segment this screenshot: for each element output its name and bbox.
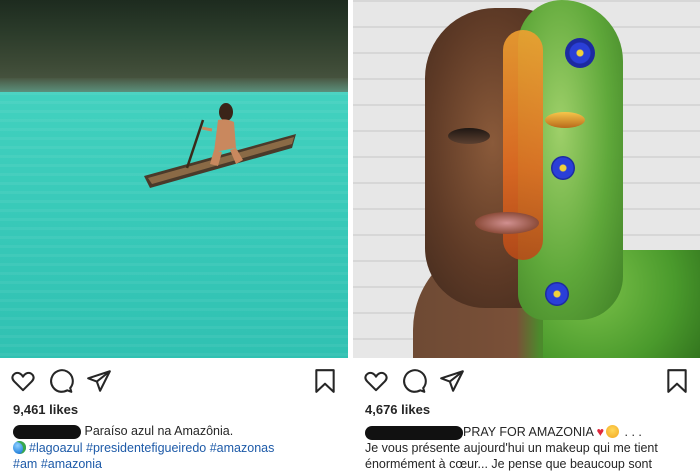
caption-ellipsis: . . . [624,425,642,439]
caption-line-3: #am #amazonia [13,456,102,473]
caption-line-1: Paraíso azul na Amazônia. [13,423,233,440]
share-button[interactable] [439,368,465,394]
save-button[interactable] [664,368,690,394]
post-photo-makeup-portrait[interactable] [353,0,700,358]
redacted-username [13,424,81,439]
hashtag-link[interactable]: #amazonia [41,457,102,471]
like-button[interactable] [10,368,36,394]
share-button[interactable] [86,368,112,394]
post-photo-lake-canoe[interactable] [0,0,348,358]
heart-icon [364,371,388,392]
blue-flower [551,156,575,180]
redacted-username [365,425,463,440]
bookmark-icon [667,369,687,393]
blue-flower [565,38,595,68]
caption-text: Paraíso azul na Amazônia. [84,424,234,438]
closed-eye-left [448,128,490,144]
likes-count[interactable]: 9,461 likes [13,402,78,417]
canoe-with-person [144,103,296,188]
post-actions [0,368,348,394]
comment-icon [403,369,427,393]
caption-line-2: Je vous présente aujourd'hui un makeup q… [365,441,658,455]
post-actions [353,368,700,394]
lips [475,212,539,234]
red-heart-emoji-icon: ♥ [596,425,605,439]
hashtag-link[interactable]: #amazonas [210,441,275,455]
comment-button[interactable] [48,368,74,394]
likes-count[interactable]: 4,676 likes [365,402,430,417]
caption-line-2: #lagoazul #presidentefigueiredo #amazona… [13,440,274,457]
pouting-face-emoji-icon [606,425,620,438]
caption-line-3: énormément à cœur... Je pense que beauco… [365,457,652,471]
hashtag-link[interactable]: #lagoazul [29,441,83,455]
caption-text: PRAY FOR AMAZONIA [463,425,594,439]
comment-icon [50,369,74,393]
globe-emoji-icon [13,441,26,454]
like-button[interactable] [363,368,389,394]
blue-flower [545,282,569,306]
share-icon [87,370,111,392]
hashtag-link[interactable]: #presidentefigueiredo [86,441,206,455]
hashtag-link[interactable]: #am [13,457,37,471]
post-pray-for-amazonia: 4,676 likes PRAY FOR AMAZONIA ♥ . . . Je… [353,0,700,473]
bookmark-icon [315,369,335,393]
caption-line-1: PRAY FOR AMAZONIA ♥ . . . [365,424,642,441]
share-icon [440,370,464,392]
post-lago-azul: 9,461 likes Paraíso azul na Amazônia. #l… [0,0,348,473]
heart-icon [11,371,35,392]
closed-eye-right [545,112,585,128]
comment-button[interactable] [401,368,427,394]
save-button[interactable] [312,368,338,394]
